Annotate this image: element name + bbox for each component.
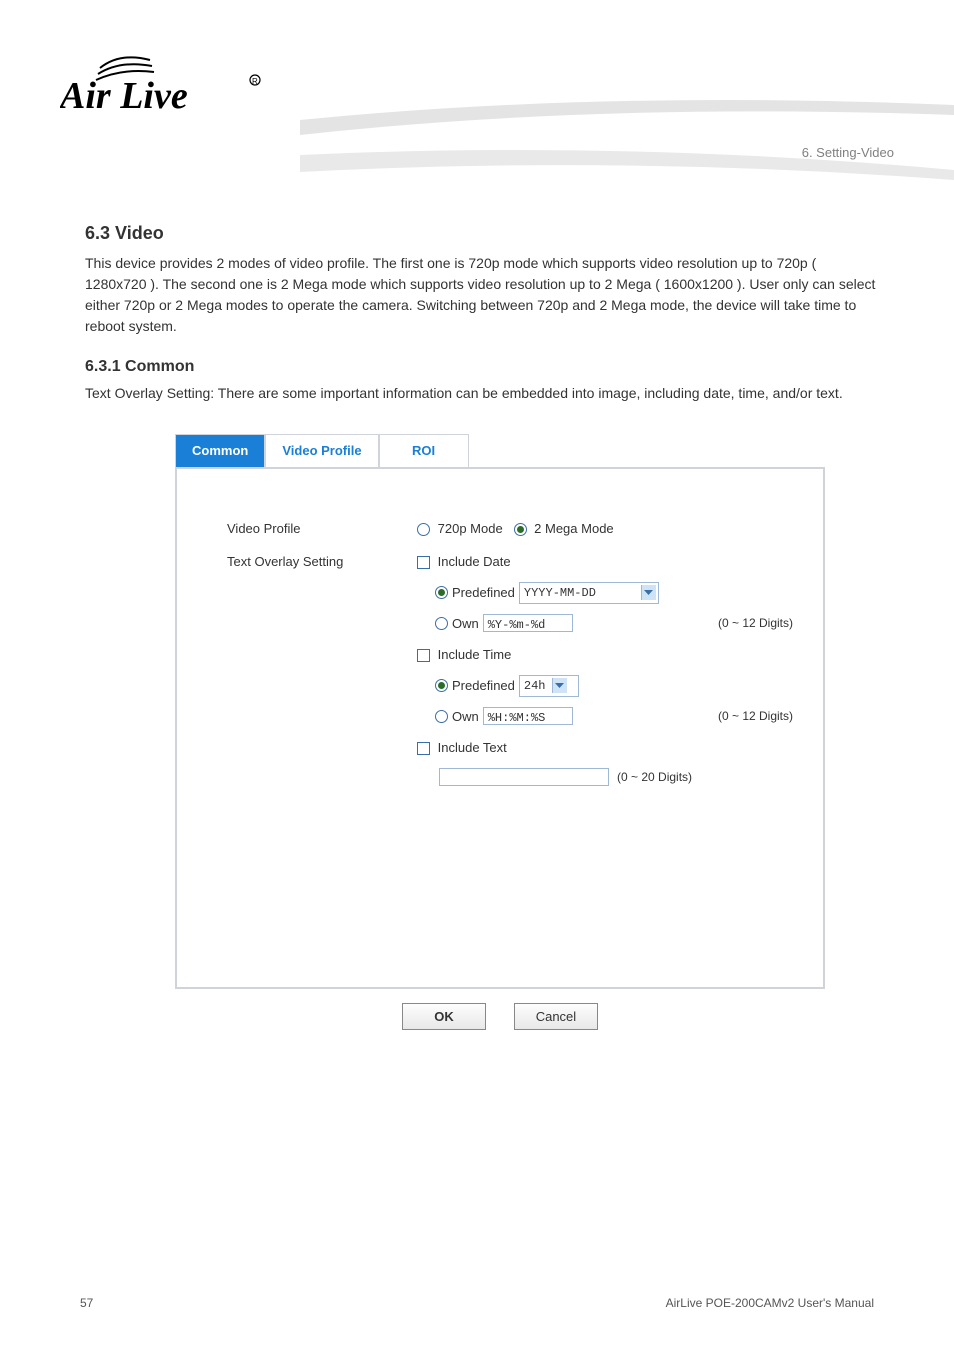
own-label-date: Own: [452, 614, 479, 634]
section-title: 6.3 Video: [85, 220, 879, 247]
checkbox-include-date[interactable]: [417, 556, 430, 569]
chapter-header: 6. Setting-Video: [802, 145, 894, 160]
checkbox-include-time[interactable]: [417, 649, 430, 662]
hint-time-own: (0 ~ 12 Digits): [718, 707, 793, 725]
input-time-own[interactable]: %H:%M:%S: [483, 707, 573, 725]
input-include-text[interactable]: [439, 768, 609, 786]
tabs: Common Video Profile ROI: [175, 434, 825, 469]
radio-time-predefined[interactable]: [435, 679, 448, 692]
select-date-format[interactable]: YYYY-MM-DD: [519, 582, 659, 604]
chevron-down-icon: [552, 678, 567, 693]
select-date-format-value: YYYY-MM-DD: [524, 584, 635, 602]
page-footer: 57 AirLive POE-200CAMv2 User's Manual: [80, 1296, 874, 1310]
radio-date-own[interactable]: [435, 617, 448, 630]
settings-screenshot: Common Video Profile ROI Video Profile 7…: [175, 434, 825, 1030]
mode-2mega-label: 2 Mega Mode: [534, 521, 614, 536]
section-intro: This device provides 2 modes of video pr…: [85, 253, 879, 337]
page-content: 6.3 Video This device provides 2 modes o…: [85, 220, 879, 1030]
settings-panel: Video Profile 720p Mode 2 Mega Mode Text…: [175, 469, 825, 989]
predefined-label-time: Predefined: [452, 676, 515, 696]
manual-title: AirLive POE-200CAMv2 User's Manual: [666, 1296, 874, 1310]
tab-common[interactable]: Common: [175, 434, 265, 467]
hint-date-own: (0 ~ 12 Digits): [718, 614, 793, 632]
subsection-text: Text Overlay Setting: There are some imp…: [85, 383, 879, 404]
tab-roi[interactable]: ROI: [379, 434, 469, 467]
subsection-title: 6.3.1 Common: [85, 355, 879, 379]
video-profile-label: Video Profile: [207, 519, 417, 539]
header-swoosh: [300, 80, 954, 180]
input-date-own[interactable]: %Y-%m-%d: [483, 614, 573, 632]
text-overlay-label: Text Overlay Setting: [207, 552, 417, 572]
own-label-time: Own: [452, 707, 479, 727]
page-number: 57: [80, 1296, 93, 1310]
radio-time-own[interactable]: [435, 710, 448, 723]
tab-video-profile[interactable]: Video Profile: [265, 434, 378, 467]
include-date-label: Include Date: [438, 554, 511, 569]
cancel-button[interactable]: Cancel: [514, 1003, 598, 1031]
ok-button[interactable]: OK: [402, 1003, 486, 1031]
select-time-format-value: 24h: [524, 677, 546, 695]
checkbox-include-text[interactable]: [417, 742, 430, 755]
radio-720p[interactable]: [417, 523, 430, 536]
select-time-format[interactable]: 24h: [519, 675, 579, 697]
radio-date-predefined[interactable]: [435, 586, 448, 599]
predefined-label-date: Predefined: [452, 583, 515, 603]
include-text-label: Include Text: [438, 740, 507, 755]
include-time-label: Include Time: [438, 647, 512, 662]
radio-2mega[interactable]: [514, 523, 527, 536]
mode-720p-label: 720p Mode: [438, 521, 503, 536]
brand-logo: Air Live R: [60, 50, 270, 120]
svg-text:Air Live: Air Live: [60, 75, 188, 117]
chevron-down-icon: [641, 585, 656, 600]
svg-text:R: R: [252, 77, 258, 86]
hint-text: (0 ~ 20 Digits): [617, 768, 692, 786]
